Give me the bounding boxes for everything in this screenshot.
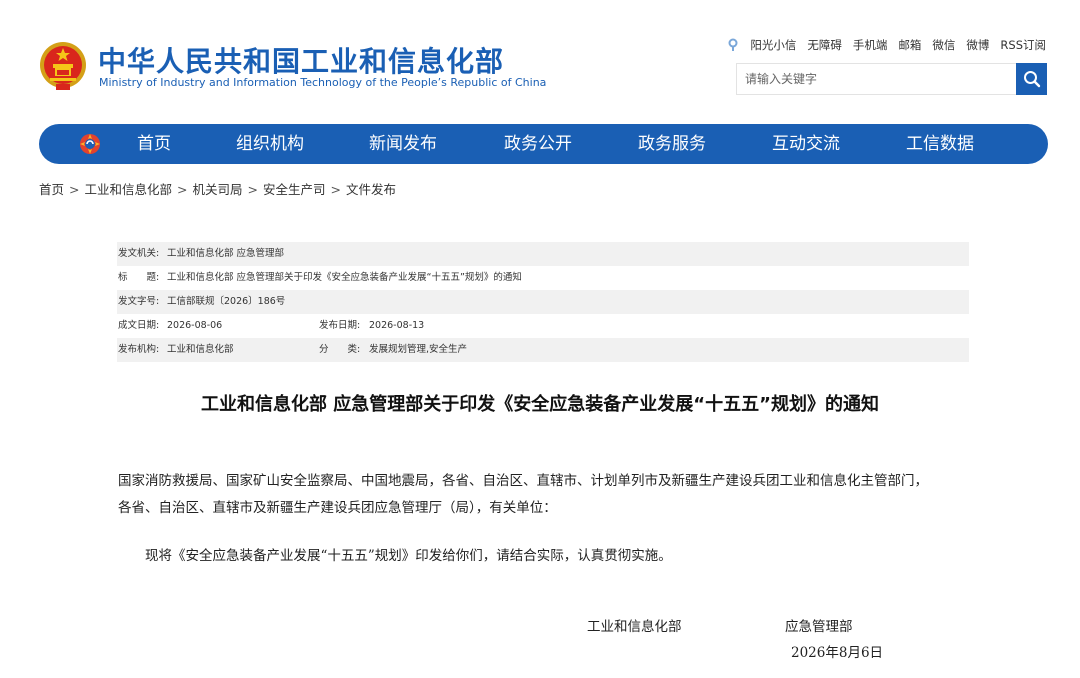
document-body: 现将《安全应急装备产业发展“十五五”规划》印发给你们，请结合实际，认真贯彻实施。 [145, 548, 672, 564]
top-link-xiaoxin[interactable]: 阳光小信 [750, 37, 796, 53]
document-recipients-line-1: 国家消防救援局、国家矿山安全监察局、中国地震局，各省、自治区、直辖市、计划单列市… [118, 473, 928, 489]
nav-organization[interactable]: 组织机构 [236, 124, 304, 164]
info-category: 发展规划管理,安全生产 [369, 344, 468, 355]
document-info-table: 发文机关: 工业和信息化部 应急管理部 标 题: 工业和信息化部 应急管理部关于… [117, 242, 969, 362]
breadcrumb-separator: > [330, 182, 341, 197]
info-created-date: 2026-08-06 [167, 320, 223, 331]
info-docno: 工信部联规〔2026〕186号 [167, 296, 286, 307]
info-label: 发布机构: [118, 344, 160, 355]
search-icon [1023, 71, 1040, 88]
info-label: 发文机关: [118, 248, 160, 259]
breadcrumb: 首页 > 工业和信息化部 > 机关司局 > 安全生产司 > 文件发布 [39, 179, 396, 198]
info-label: 标 题: [118, 272, 160, 283]
info-label: 发文字号: [118, 296, 160, 307]
info-label: 成文日期: [118, 320, 160, 331]
site-title: 中华人民共和国工业和信息化部 [98, 45, 505, 78]
info-label: 发布日期: [319, 320, 361, 331]
signature-miit: 工业和信息化部 [587, 619, 682, 635]
top-link-rss[interactable]: RSS订阅 [1000, 37, 1046, 53]
info-published-date: 2026-08-13 [369, 320, 425, 331]
nav-government-affairs[interactable]: 政务公开 [504, 124, 572, 164]
top-links: 阳光小信 无障碍 手机端 邮箱 微信 微博 RSS订阅 [727, 37, 1046, 53]
site-subtitle: Ministry of Industry and Information Tec… [99, 76, 547, 89]
nav-government-services[interactable]: 政务服务 [638, 124, 706, 164]
nav-news[interactable]: 新闻发布 [369, 124, 437, 164]
info-publisher: 工业和信息化部 [167, 344, 234, 355]
xiaoxin-icon[interactable] [727, 38, 739, 52]
national-emblem-icon [40, 42, 86, 90]
nav-home[interactable]: 首页 [137, 124, 171, 164]
top-link-wechat[interactable]: 微信 [932, 37, 955, 53]
info-row-issuer: 发文机关: 工业和信息化部 应急管理部 [117, 242, 969, 266]
site-header: 中华人民共和国工业和信息化部 Ministry of Industry and … [0, 0, 1080, 120]
document-recipients-line-2: 各省、自治区、直辖市及新疆生产建设兵团应急管理厅（局），有关单位： [118, 500, 557, 516]
search-button[interactable] [1016, 63, 1047, 95]
breadcrumb-documents[interactable]: 文件发布 [346, 182, 396, 197]
search-input[interactable] [736, 63, 1016, 95]
info-row-publisher: 发布机构: 工业和信息化部 分 类: 发展规划管理,安全生产 [117, 338, 969, 362]
top-link-weibo[interactable]: 微博 [966, 37, 989, 53]
document-date: 2026年8月6日 [791, 645, 884, 661]
info-row-docno: 发文字号: 工信部联规〔2026〕186号 [117, 290, 969, 314]
breadcrumb-separator: > [69, 182, 80, 197]
breadcrumb-separator: > [247, 182, 258, 197]
breadcrumb-safety-dept[interactable]: 安全生产司 [263, 182, 326, 197]
breadcrumb-miit[interactable]: 工业和信息化部 [85, 182, 173, 197]
nav-data[interactable]: 工信数据 [906, 124, 974, 164]
breadcrumb-home[interactable]: 首页 [39, 182, 64, 197]
signature-mem: 应急管理部 [785, 619, 853, 635]
top-link-mail[interactable]: 邮箱 [898, 37, 921, 53]
nav-interaction[interactable]: 互动交流 [772, 124, 840, 164]
info-row-title: 标 题: 工业和信息化部 应急管理部关于印发《安全应急装备产业发展“十五五”规划… [117, 266, 969, 290]
breadcrumb-separator: > [177, 182, 188, 197]
main-nav: 首页 组织机构 新闻发布 政务公开 政务服务 互动交流 工信数据 [39, 124, 1048, 164]
info-row-dates: 成文日期: 2026-08-06 发布日期: 2026-08-13 [117, 314, 969, 338]
top-link-accessibility[interactable]: 无障碍 [807, 37, 842, 53]
info-title: 工业和信息化部 应急管理部关于印发《安全应急装备产业发展“十五五”规划》的通知 [167, 272, 522, 283]
document-title: 工业和信息化部 应急管理部关于印发《安全应急装备产业发展“十五五”规划》的通知 [201, 394, 879, 415]
info-label: 分 类: [319, 344, 361, 355]
top-link-mobile[interactable]: 手机端 [853, 37, 888, 53]
info-issuer: 工业和信息化部 应急管理部 [167, 248, 285, 259]
miit-logo-icon [80, 134, 100, 154]
breadcrumb-departments[interactable]: 机关司局 [193, 182, 243, 197]
